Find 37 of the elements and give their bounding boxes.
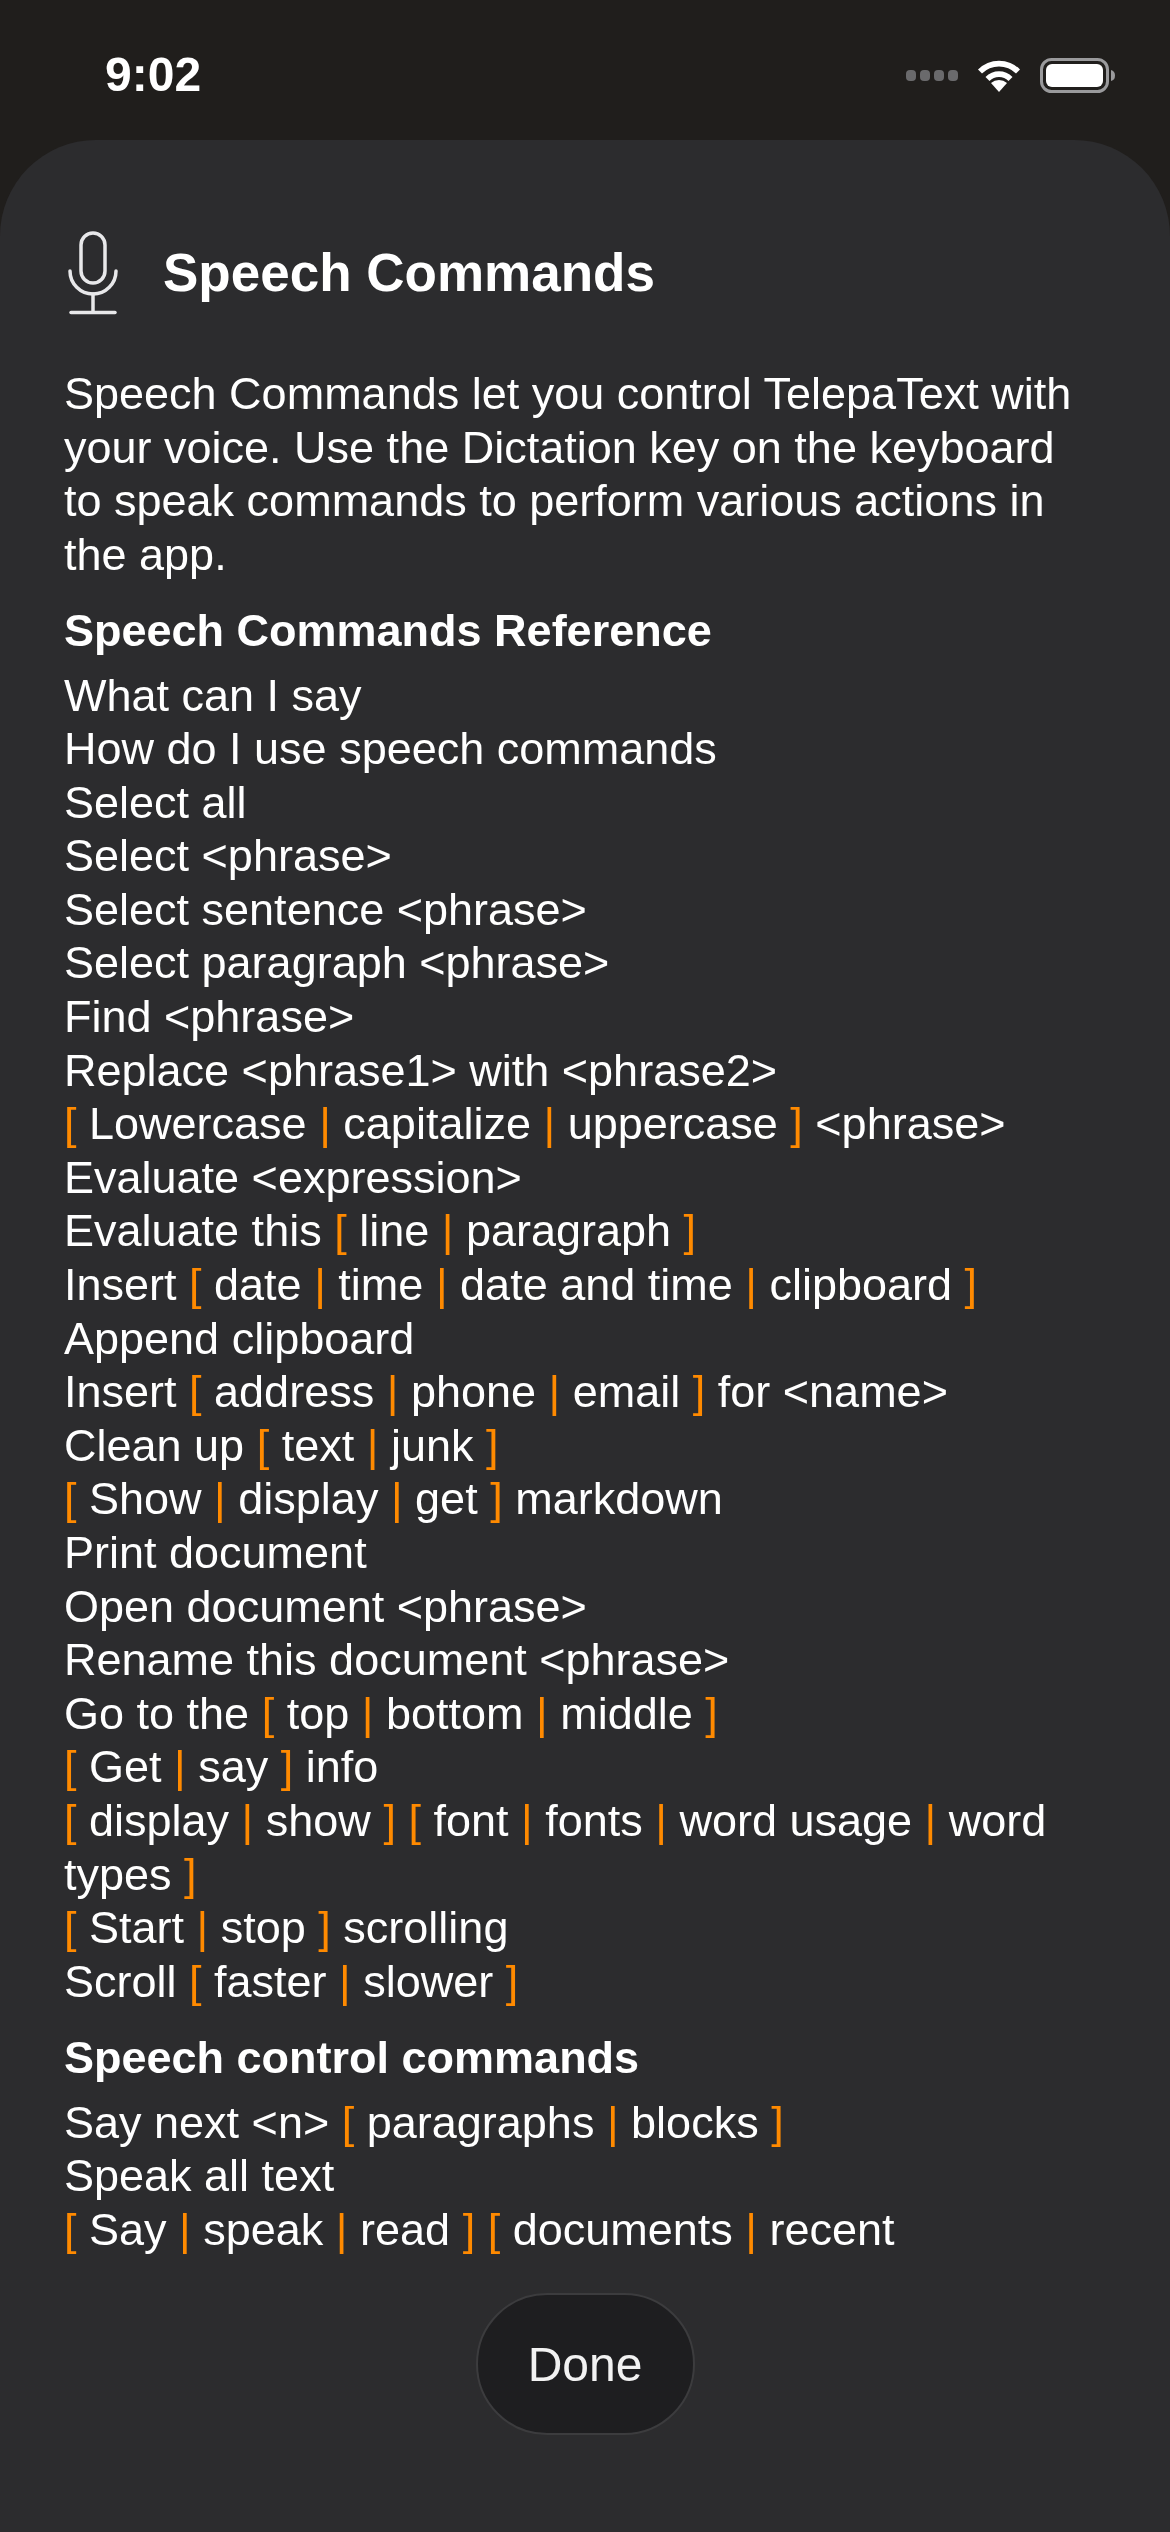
command-line: Evaluate this [ line | paragraph ] bbox=[64, 1204, 698, 1259]
command-line: Evaluate <expression> bbox=[64, 1150, 523, 1205]
signal-icon bbox=[906, 69, 958, 81]
command-line: Open document <phrase> bbox=[64, 1579, 588, 1634]
section-heading: Speech control commands bbox=[64, 2031, 641, 2085]
command-line: [ Lowercase | capitalize | uppercase ] <phrase> bbox=[64, 1097, 1007, 1151]
microphone-icon bbox=[67, 231, 119, 315]
command-line: What can I say bbox=[64, 668, 363, 723]
command-line: How do I use speech commands bbox=[64, 722, 718, 776]
command-line: Select all bbox=[64, 775, 248, 830]
command-line: Find <phrase> bbox=[64, 990, 356, 1044]
status-time: 9:02 bbox=[105, 48, 202, 102]
command-line: [ Say | speak | read ] [ documents | recent bbox=[64, 2203, 896, 2257]
command-line: Rename this document <phrase> bbox=[64, 1633, 731, 1687]
command-line: Scroll [ faster | slower ] bbox=[64, 1954, 520, 2009]
sheet-title: Speech Commands bbox=[163, 242, 655, 304]
command-line: [ Start | stop ] scrolling bbox=[64, 1901, 510, 1955]
wifi-icon bbox=[975, 58, 1023, 92]
command-line: Go to the [ top | bottom | middle ] bbox=[64, 1686, 719, 1741]
command-line: Select <phrase> bbox=[64, 829, 393, 883]
command-line: Speak all text bbox=[64, 2149, 336, 2204]
section-heading: Speech Commands Reference bbox=[64, 604, 713, 658]
command-line: [ Get | say ] info bbox=[64, 1740, 380, 1794]
command-line: Append clipboard bbox=[64, 1311, 416, 1366]
command-line: Insert [ address | phone | email ] for <name> bbox=[64, 1365, 949, 1419]
intro-paragraph: Speech Commands let you control TelepaText with your voice. Use the Dictation key on the keyboard to speak commands to perform various actions in the app. bbox=[64, 367, 1073, 581]
command-line: [ Show | display | get ] markdown bbox=[64, 1472, 724, 1526]
command-line: Select paragraph <phrase> bbox=[64, 936, 611, 991]
command-line: [ display | show ] [ font | fonts | word usage | word types ] bbox=[64, 1793, 1048, 1902]
command-line: Clean up [ text | junk ] bbox=[64, 1418, 500, 1473]
command-line: Print document bbox=[64, 1526, 368, 1580]
command-line: Select sentence <phrase> bbox=[64, 882, 588, 937]
battery-icon bbox=[1040, 57, 1116, 93]
command-line: Say next <n> [ paragraphs | blocks ] bbox=[64, 2095, 785, 2150]
command-line: Insert [ date | time | date and time | clipboard ] bbox=[64, 1258, 979, 1312]
command-line: Replace <phrase1> with <phrase2> bbox=[64, 1043, 778, 1098]
done-button[interactable]: Done bbox=[475, 2293, 695, 2435]
